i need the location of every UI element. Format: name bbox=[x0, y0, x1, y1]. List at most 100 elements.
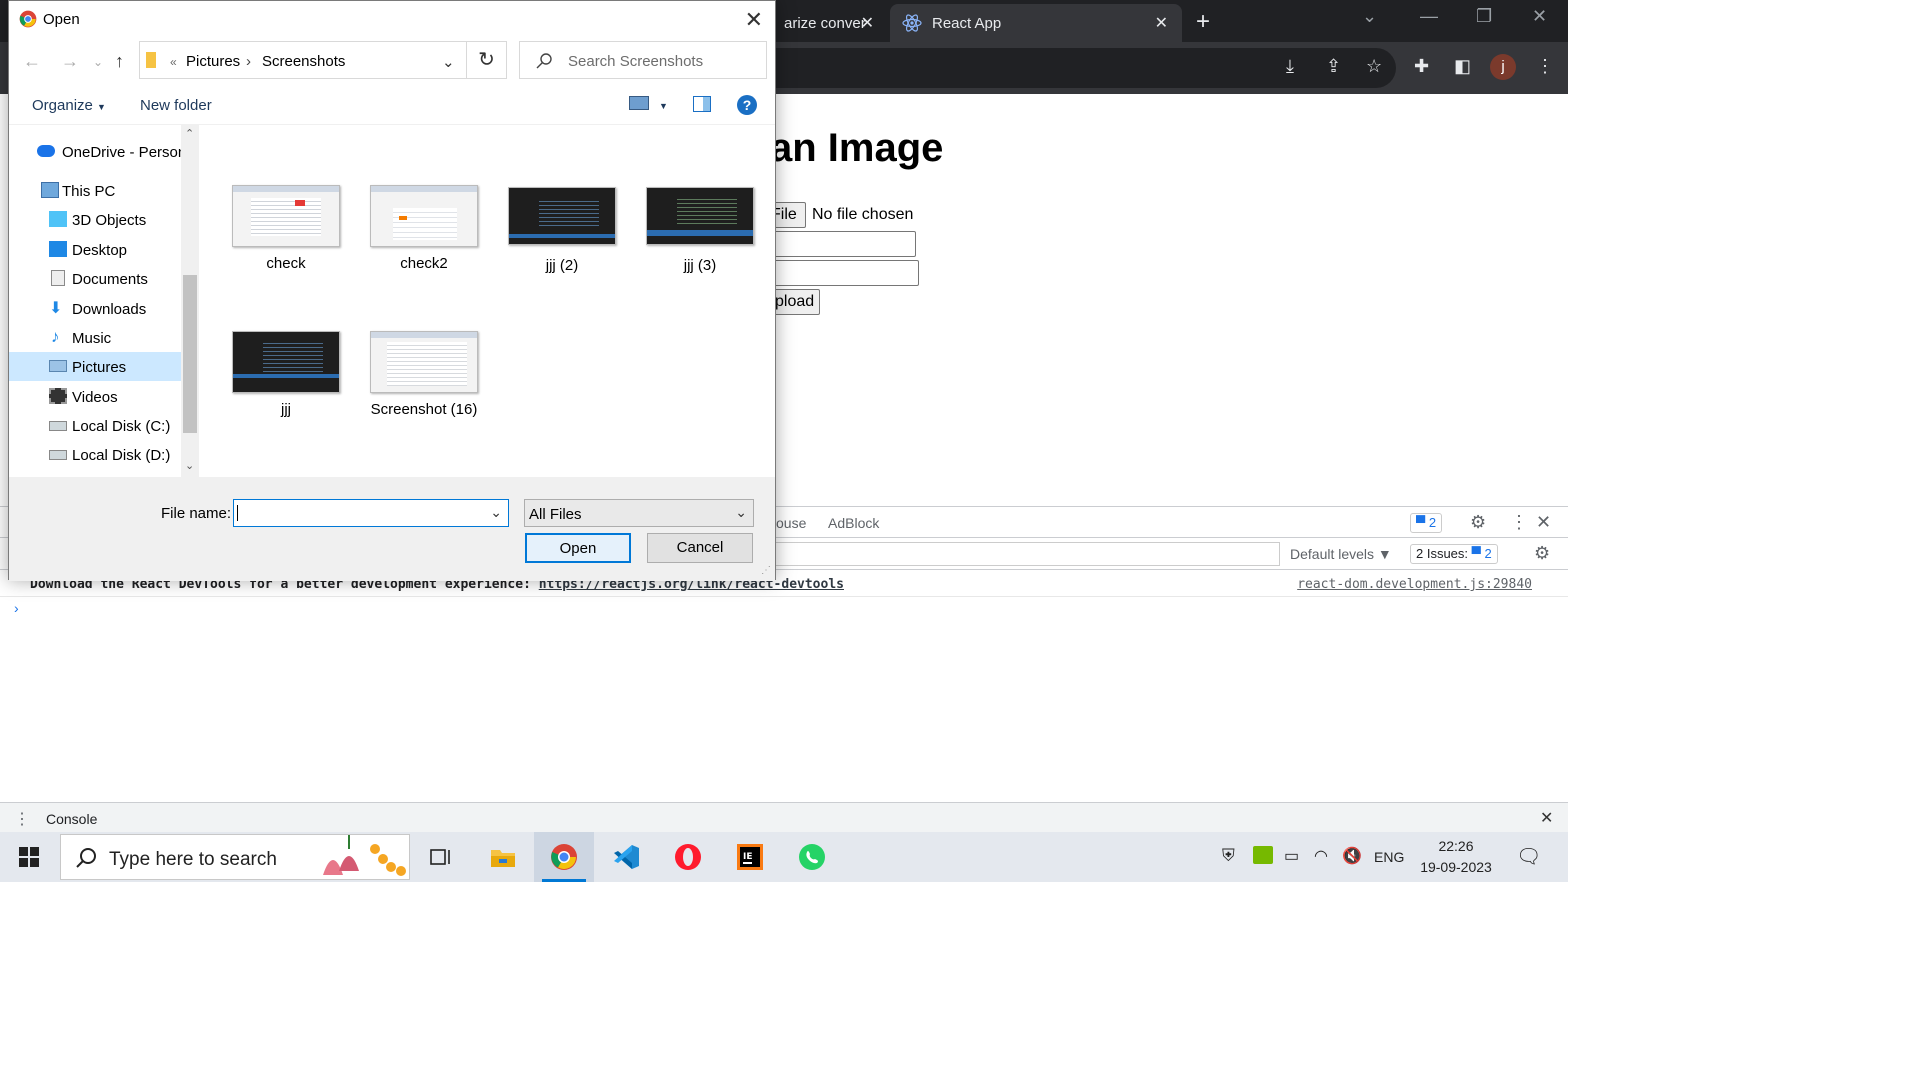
drawer-menu-icon[interactable]: ⋮ bbox=[14, 809, 30, 829]
address-dropdown-icon[interactable]: ⌄ bbox=[442, 53, 455, 71]
issues-button[interactable]: 2 Issues: ▀ 2 bbox=[1410, 544, 1498, 564]
breadcrumb-separator-icon[interactable]: › bbox=[246, 53, 251, 70]
task-view-icon[interactable] bbox=[410, 832, 470, 882]
preview-pane-icon[interactable] bbox=[693, 96, 711, 112]
view-options-icon[interactable] bbox=[629, 96, 649, 110]
tab-arize[interactable]: arize conver ✕ bbox=[770, 4, 888, 42]
taskbar-clock[interactable]: 22:26 19-09-2023 bbox=[1418, 836, 1494, 878]
address-breadcrumb[interactable]: « Pictures › Screenshots ⌄ bbox=[139, 41, 467, 79]
file-item[interactable]: jjj (3) bbox=[640, 187, 760, 297]
file-item[interactable]: check2 bbox=[364, 185, 484, 295]
close-window-icon[interactable]: ✕ bbox=[1532, 6, 1547, 27]
new-tab-icon[interactable]: + bbox=[1196, 8, 1210, 36]
opera-icon[interactable] bbox=[658, 832, 718, 882]
side-panel-icon[interactable]: ◧ bbox=[1454, 56, 1471, 77]
nav-desktop[interactable]: Desktop bbox=[9, 235, 181, 264]
back-arrow-icon[interactable]: ← bbox=[23, 51, 41, 72]
devtools-tab-adblock[interactable]: AdBlock bbox=[828, 515, 879, 531]
file-item[interactable]: jjj bbox=[226, 331, 346, 441]
nav-videos[interactable]: Videos bbox=[9, 382, 181, 411]
tab-react-app[interactable]: React App ✕ bbox=[890, 4, 1182, 42]
file-name-dropdown-icon[interactable]: ⌄ bbox=[490, 504, 502, 521]
devtools-tab[interactable]: ouse bbox=[776, 515, 806, 531]
up-arrow-icon[interactable]: ↑ bbox=[115, 51, 124, 72]
forward-arrow-icon[interactable]: → bbox=[61, 51, 79, 72]
bookmark-star-icon[interactable]: ☆ bbox=[1366, 56, 1382, 77]
windows-start-icon[interactable] bbox=[19, 847, 39, 867]
devtools-menu-icon[interactable]: ⋮ bbox=[1510, 512, 1528, 533]
install-icon[interactable]: ⤓ bbox=[1286, 56, 1294, 77]
close-dialog-icon[interactable]: ✕ bbox=[745, 7, 763, 33]
page-text-input[interactable] bbox=[760, 231, 916, 257]
nav-onedrive[interactable]: OneDrive - Person bbox=[9, 137, 186, 166]
new-folder-button[interactable]: New folder bbox=[140, 97, 212, 114]
overflow-chevron-icon[interactable]: « bbox=[170, 55, 177, 69]
settings-gear-icon[interactable]: ⚙ bbox=[1470, 512, 1486, 533]
file-thumbnail bbox=[370, 185, 478, 247]
open-button[interactable]: Open bbox=[525, 533, 631, 563]
file-explorer-icon[interactable] bbox=[472, 832, 532, 882]
security-shield-icon[interactable]: ⛨ bbox=[1222, 846, 1235, 866]
console-filter-input[interactable] bbox=[770, 542, 1280, 566]
chrome-taskbar-icon[interactable] bbox=[534, 832, 594, 882]
page-text-input[interactable] bbox=[760, 260, 919, 286]
console-source-link[interactable]: react-dom.development.js:29840 bbox=[1297, 577, 1532, 592]
console-prompt-icon[interactable]: › bbox=[14, 600, 19, 616]
nav-this-pc[interactable]: This PC bbox=[9, 176, 181, 205]
minimize-icon[interactable]: — bbox=[1420, 6, 1438, 27]
nav-local-disk-c[interactable]: Local Disk (C:) bbox=[9, 411, 181, 440]
extensions-icon[interactable]: ✚ bbox=[1414, 56, 1429, 77]
taskbar-search-box[interactable]: Type here to search bbox=[60, 834, 410, 880]
wifi-icon[interactable]: ◠ bbox=[1314, 846, 1328, 866]
organize-button[interactable]: Organize ▼ bbox=[32, 97, 106, 114]
close-drawer-icon[interactable]: ✕ bbox=[1540, 808, 1553, 828]
address-bar[interactable] bbox=[760, 48, 1396, 88]
drawer-tab-console[interactable]: Console bbox=[46, 811, 97, 827]
close-tab-icon[interactable]: ✕ bbox=[861, 13, 874, 33]
file-item[interactable]: jjj (2) bbox=[502, 187, 622, 297]
resize-grip-icon[interactable]: ⋰ bbox=[761, 565, 771, 576]
nav-3d-objects[interactable]: 3D Objects bbox=[9, 205, 181, 234]
dialog-search-placeholder: Search Screenshots bbox=[568, 53, 704, 70]
nav-pictures[interactable]: Pictures bbox=[9, 352, 181, 381]
drive-icon bbox=[49, 421, 67, 431]
close-devtools-icon[interactable]: ✕ bbox=[1536, 512, 1551, 533]
nav-local-disk-d[interactable]: Local Disk (D:) bbox=[9, 440, 181, 469]
file-name-input[interactable]: ⌄ bbox=[233, 499, 509, 527]
breadcrumb-pictures[interactable]: Pictures bbox=[186, 53, 240, 70]
log-levels-dropdown[interactable]: Default levels ▼ bbox=[1290, 546, 1392, 562]
nav-scrollbar[interactable]: ⌃ ⌄ bbox=[181, 125, 199, 477]
restore-icon[interactable]: ❐ bbox=[1476, 6, 1492, 27]
nav-documents[interactable]: Documents bbox=[9, 264, 181, 293]
file-item[interactable]: check bbox=[226, 185, 346, 295]
tab-search-icon[interactable]: ⌄ bbox=[1362, 6, 1377, 27]
file-item[interactable]: Screenshot (16) bbox=[364, 331, 484, 441]
console-settings-icon[interactable]: ⚙ bbox=[1534, 543, 1550, 564]
file-type-select[interactable]: All Files ⌄ bbox=[524, 499, 754, 527]
battery-icon[interactable]: ▭ bbox=[1284, 846, 1299, 866]
scrollbar-thumb[interactable] bbox=[183, 275, 197, 433]
nav-downloads[interactable]: ⬇ Downloads bbox=[9, 294, 181, 323]
notifications-icon[interactable]: 🗨 bbox=[1516, 844, 1541, 869]
cancel-button[interactable]: Cancel bbox=[647, 533, 753, 563]
scroll-down-icon[interactable]: ⌄ bbox=[185, 459, 194, 472]
help-icon[interactable]: ? bbox=[737, 95, 757, 115]
messages-badge[interactable]: ▀ 2 bbox=[1410, 513, 1443, 533]
language-indicator[interactable]: ENG bbox=[1374, 849, 1404, 865]
nav-music[interactable]: ♪ Music bbox=[9, 323, 181, 352]
view-dropdown-icon[interactable]: ▼ bbox=[659, 101, 668, 111]
whatsapp-icon[interactable] bbox=[782, 832, 842, 882]
vscode-icon[interactable] bbox=[596, 832, 656, 882]
nvidia-icon[interactable] bbox=[1253, 846, 1273, 864]
breadcrumb-screenshots[interactable]: Screenshots bbox=[262, 53, 345, 70]
recent-locations-icon[interactable]: ⌄ bbox=[93, 55, 103, 69]
share-icon[interactable]: ⇪ bbox=[1326, 56, 1341, 77]
profile-avatar[interactable]: j bbox=[1490, 54, 1516, 80]
close-tab-icon[interactable]: ✕ bbox=[1155, 13, 1168, 33]
dialog-search-input[interactable]: Search Screenshots bbox=[519, 41, 767, 79]
refresh-icon[interactable]: ↻ bbox=[467, 41, 507, 79]
mute-speaker-icon[interactable]: 🔇 bbox=[1342, 846, 1362, 866]
scroll-up-icon[interactable]: ⌃ bbox=[185, 127, 194, 140]
intellij-icon[interactable]: IE bbox=[720, 832, 780, 882]
menu-kebab-icon[interactable]: ⋮ bbox=[1536, 56, 1554, 77]
